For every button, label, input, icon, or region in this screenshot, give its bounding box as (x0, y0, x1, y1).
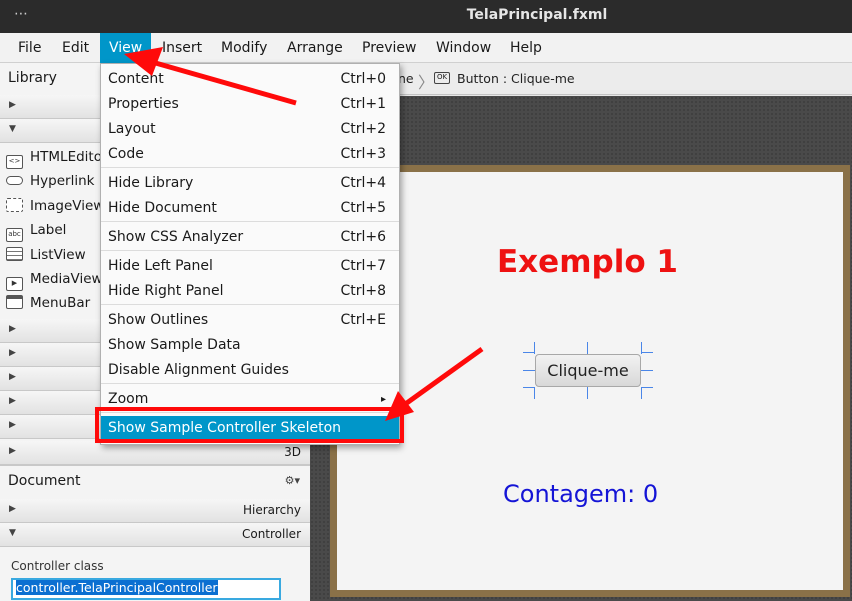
expand-arrow-icon: ▶ (9, 372, 16, 382)
library-item-imageview[interactable]: ImageView (6, 194, 104, 218)
menu-bar: File Edit View Insert Modify Arrange Pre… (0, 33, 852, 63)
menu-preview[interactable]: Preview (353, 33, 426, 63)
selection-handle[interactable] (641, 387, 642, 399)
breadcrumb-prev[interactable]: ne (398, 71, 414, 86)
menu-bar-icon (6, 295, 23, 309)
breadcrumb-current[interactable]: Button : Clique-me (457, 71, 575, 86)
menu-divider (101, 221, 399, 222)
menu-edit[interactable]: Edit (53, 33, 98, 63)
menu-modify[interactable]: Modify (212, 33, 276, 63)
selection-handle[interactable] (587, 387, 588, 399)
library-item-listview[interactable]: ListView (6, 243, 86, 267)
menu-item-show-css-analyzer[interactable]: Show CSS Analyzer Ctrl+6 (101, 225, 399, 250)
selection-handle[interactable] (641, 387, 653, 388)
selection-handle[interactable] (534, 342, 535, 354)
controller-class-field[interactable]: controller.TelaPrincipalController (11, 578, 281, 600)
window-title-bar: ⋯ TelaPrincipal.fxml (0, 0, 852, 33)
menu-item-hide-right-panel[interactable]: Hide Right Panel Ctrl+8 (101, 279, 399, 304)
menu-divider (101, 304, 399, 305)
library-item-label: ListView (30, 247, 86, 263)
controller-class-label: Controller class (11, 559, 104, 573)
document-section-hierarchy[interactable]: ▶ Hierarchy (0, 499, 310, 523)
library-item-label: MediaView (30, 271, 103, 287)
button-icon: OK (434, 72, 450, 84)
menu-divider (101, 383, 399, 384)
counter-label[interactable]: Contagem: 0 (503, 480, 658, 508)
expand-arrow-icon: ▶ (9, 504, 16, 514)
selection-handle[interactable] (587, 342, 588, 354)
expand-arrow-icon: ▶ (9, 396, 16, 406)
scene-preview[interactable]: Exemplo 1 Clique-me Contagem: 0 (330, 165, 850, 597)
library-item-label[interactable]: abc Label (6, 218, 66, 242)
hyperlink-icon (6, 176, 23, 185)
library-item-htmleditor[interactable]: <> HTMLEdito (6, 145, 102, 169)
menu-help[interactable]: Help (501, 33, 551, 63)
library-item-mediaview[interactable]: ▶ MediaView (6, 267, 103, 291)
expand-arrow-icon: ▶ (9, 446, 16, 456)
menu-item-show-outlines[interactable]: Show Outlines Ctrl+E (101, 308, 399, 333)
selection-handle[interactable] (641, 342, 642, 354)
expand-arrow-icon: ▶ (9, 348, 16, 358)
list-view-icon (6, 247, 23, 261)
library-item-label: Hyperlink (30, 173, 95, 189)
menu-item-hide-document[interactable]: Hide Document Ctrl+5 (101, 196, 399, 221)
image-view-icon (6, 198, 23, 212)
section-label: Controller (241, 527, 301, 541)
menu-item-hide-left-panel[interactable]: Hide Left Panel Ctrl+7 (101, 254, 399, 279)
chevron-right-icon: 〉 (418, 73, 435, 92)
selection-handle[interactable] (534, 387, 535, 399)
menu-item-properties[interactable]: Properties Ctrl+1 (101, 92, 399, 117)
section-label: Hierarchy (242, 503, 301, 517)
view-menu-dropdown: Content Ctrl+0 Properties Ctrl+1 Layout Ctr… (100, 63, 400, 445)
collapse-arrow-icon: ▼ (9, 124, 16, 134)
document-panel: Document ⚙▾ ▶ Hierarchy ▼ Controller Contr… (0, 465, 310, 601)
menu-item-hide-library[interactable]: Hide Library Ctrl+4 (101, 171, 399, 196)
selection-handle[interactable] (523, 370, 535, 371)
click-me-button[interactable]: Clique-me (535, 354, 641, 387)
menu-item-layout[interactable]: Layout Ctrl+2 (101, 117, 399, 142)
menu-arrange[interactable]: Arrange (278, 33, 352, 63)
library-item-hyperlink[interactable]: Hyperlink (6, 169, 94, 193)
menu-view[interactable]: View (100, 33, 152, 63)
controller-class-value: controller.TelaPrincipalController (16, 580, 218, 595)
html-editor-icon: <> (6, 155, 23, 169)
expand-arrow-icon: ▶ (9, 324, 16, 334)
menu-item-disable-alignment-guides[interactable]: Disable Alignment Guides (101, 358, 399, 383)
document-section-controller[interactable]: ▼ Controller (0, 523, 310, 547)
menu-divider (101, 167, 399, 168)
gear-icon[interactable]: ⚙▾ (285, 474, 300, 487)
library-item-label: HTMLEdito (30, 149, 102, 165)
collapse-arrow-icon: ▼ (9, 528, 16, 538)
document-title: Document (8, 473, 81, 489)
expand-arrow-icon: ▶ (9, 100, 16, 110)
library-item-label: MenuBar (30, 295, 91, 311)
menu-item-code[interactable]: Code Ctrl+3 (101, 142, 399, 167)
media-view-icon: ▶ (6, 277, 23, 291)
library-item-label: Label (30, 222, 67, 238)
menu-insert[interactable]: Insert (153, 33, 211, 63)
library-title: Library (8, 70, 57, 86)
selection-handle[interactable] (641, 370, 653, 371)
menu-file[interactable]: File (9, 33, 50, 63)
selection-handle[interactable] (641, 352, 653, 353)
label-icon: abc (6, 228, 23, 242)
document-header: Document ⚙▾ (0, 466, 310, 498)
section-label: 3D (284, 445, 301, 459)
annotation-highlight-box (95, 407, 404, 443)
library-item-label: ImageView (30, 198, 105, 214)
window-title: TelaPrincipal.fxml (466, 7, 608, 23)
menu-item-show-sample-data[interactable]: Show Sample Data (101, 333, 399, 358)
expand-arrow-icon: ▶ (9, 420, 16, 430)
heading-label[interactable]: Exemplo 1 (497, 244, 678, 280)
library-item-menubar[interactable]: MenuBar (6, 291, 90, 315)
menu-window[interactable]: Window (427, 33, 500, 63)
menu-item-content[interactable]: Content Ctrl+0 (101, 67, 399, 92)
menu-divider (101, 250, 399, 251)
